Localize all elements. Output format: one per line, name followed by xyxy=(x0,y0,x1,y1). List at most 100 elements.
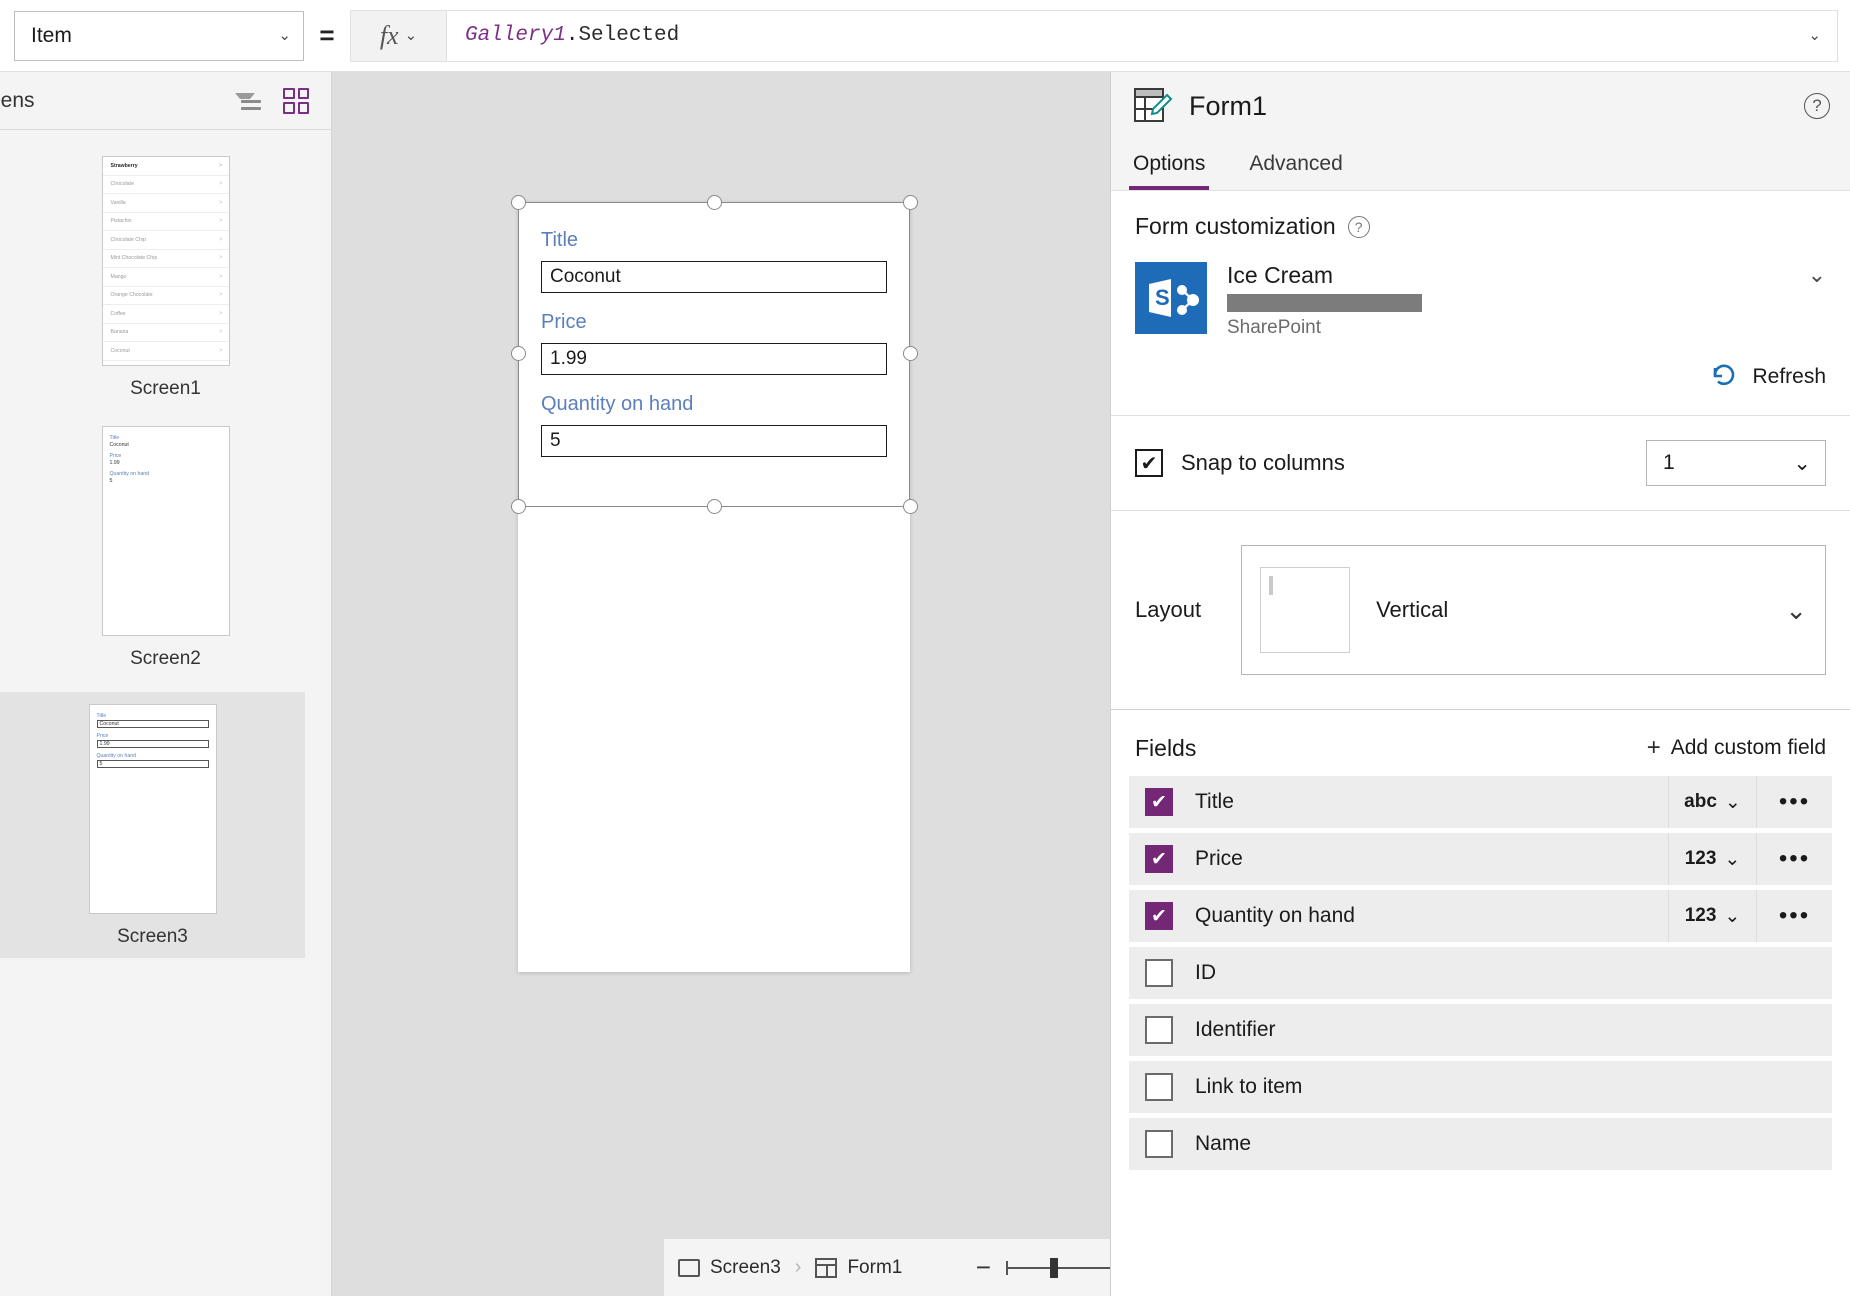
chevron-down-icon: ⌄ xyxy=(1793,451,1811,475)
field-more-button[interactable]: ••• xyxy=(1756,833,1832,885)
refresh-icon xyxy=(1710,361,1740,393)
gallery-item-label: Orange Chocolate xyxy=(110,292,153,299)
layout-select[interactable]: Vertical ⌄ xyxy=(1241,545,1826,675)
properties-pane: Form1 ? Options Advanced Form customizat… xyxy=(1110,72,1850,1296)
chevron-down-icon: ⌄ xyxy=(1724,791,1741,813)
gallery-item-label: Coconut xyxy=(110,347,130,354)
field-name: ID xyxy=(1195,961,1216,984)
data-source-row[interactable]: S Ice Cream SharePoint ⌄ xyxy=(1135,262,1826,339)
field-name: Identifier xyxy=(1195,1018,1276,1041)
formula-input[interactable]: Gallery1.Selected ⌄ xyxy=(446,9,1838,62)
mini-field-label: Quantity on hand xyxy=(96,753,137,759)
tab-advanced[interactable]: Advanced xyxy=(1227,140,1364,190)
properties-pane-title: Form1 xyxy=(1189,90,1268,121)
columns-select[interactable]: 1 ⌄ xyxy=(1646,440,1826,486)
screen-thumbnail-screen1[interactable]: Strawberry > Chocolate > Vanilla > Pistachi… xyxy=(0,156,331,400)
field-row-id[interactable]: ID xyxy=(1129,947,1832,999)
gallery-item-label: Chocolate Chip xyxy=(110,236,146,243)
resize-handle-top-center[interactable] xyxy=(707,195,722,210)
resize-handle-top-right[interactable] xyxy=(903,195,918,210)
field-more-button[interactable]: ••• xyxy=(1756,890,1832,942)
mini-field-label: Title xyxy=(109,435,120,441)
gallery-item-label: Mango xyxy=(110,273,127,280)
form-field-input-price[interactable]: 1.99 xyxy=(541,343,887,375)
mini-field-input: 5 xyxy=(96,760,209,768)
gallery-item-label: Pistachio xyxy=(110,218,132,225)
resize-handle-middle-left[interactable] xyxy=(511,346,526,361)
field-row-link-to-item[interactable]: Link to item xyxy=(1129,1061,1832,1113)
field-row-name[interactable]: Name xyxy=(1129,1118,1832,1170)
form-field-input-quantity[interactable]: 5 xyxy=(541,425,887,457)
mini-field-label: Price xyxy=(109,453,122,459)
field-checkbox[interactable] xyxy=(1145,1130,1173,1158)
grid-view-icon[interactable] xyxy=(283,87,309,114)
gallery-item: Vanilla > xyxy=(102,194,229,213)
field-type-value: 123 xyxy=(1684,848,1717,869)
field-type-select[interactable]: abc ⌄ xyxy=(1668,776,1756,828)
edit-form-icon xyxy=(1133,87,1173,125)
chevron-right-icon: > xyxy=(218,181,223,188)
gallery-item-label: Chocolate xyxy=(110,181,134,188)
zoom-out-button[interactable]: − xyxy=(972,1252,994,1283)
resize-handle-top-left[interactable] xyxy=(511,195,526,210)
canvas-area[interactable]: Title Coconut Price 1.99 Quantity on han… xyxy=(332,72,1442,1296)
help-icon[interactable]: ? xyxy=(1347,215,1370,238)
canvas-screen[interactable]: Title Coconut Price 1.99 Quantity on han… xyxy=(511,195,918,972)
field-row-quantity-on-hand[interactable]: ✔ Quantity on hand 123 ⌄ ••• xyxy=(1129,890,1832,942)
chevron-right-icon: > xyxy=(218,218,223,225)
screen1-preview: Strawberry > Chocolate > Vanilla > Pistachi… xyxy=(101,156,230,366)
tab-options[interactable]: Options xyxy=(1111,140,1227,190)
field-row-identifier[interactable]: Identifier xyxy=(1129,1004,1832,1056)
help-icon[interactable]: ? xyxy=(1804,93,1830,119)
breadcrumb-screen[interactable]: Screen3 xyxy=(678,1257,781,1279)
sharepoint-icon: S xyxy=(1135,262,1207,334)
field-checkbox[interactable]: ✔ xyxy=(1145,902,1173,930)
chevron-right-icon: > xyxy=(218,236,223,243)
resize-handle-middle-right[interactable] xyxy=(903,346,918,361)
screen-thumbnail-screen3[interactable]: Title Coconut Price 1.99 Quantity on han… xyxy=(0,692,305,958)
field-type-select[interactable]: 123 ⌄ xyxy=(1668,833,1756,885)
fx-button[interactable]: fx ⌄ xyxy=(350,9,446,62)
resize-handle-bottom-left[interactable] xyxy=(511,499,526,514)
field-checkbox[interactable]: ✔ xyxy=(1145,788,1173,816)
screen2-preview: Title Coconut Price 1.99 Quantity on han… xyxy=(101,426,230,636)
tree-view-icon[interactable] xyxy=(235,91,261,111)
form-field-input-title[interactable]: Coconut xyxy=(541,261,887,293)
screen-thumbnail-list: Strawberry > Chocolate > Vanilla > Pistachi… xyxy=(0,130,331,958)
form-field-label: Price xyxy=(541,311,587,333)
gallery-item-label: Banana xyxy=(110,329,129,336)
field-checkbox[interactable] xyxy=(1145,1016,1173,1044)
property-selector[interactable]: Item ⌄ xyxy=(14,10,304,61)
field-row-title[interactable]: ✔ Title abc ⌄ ••• xyxy=(1129,776,1832,828)
zoom-slider-thumb[interactable] xyxy=(1050,1257,1059,1278)
resize-handle-bottom-center[interactable] xyxy=(707,499,722,514)
chevron-down-icon: ⌄ xyxy=(278,27,291,44)
screens-pane: reens Strawberry > Chocolate > Vanilla > Pi… xyxy=(0,72,332,1296)
formula-object: Gallery1 xyxy=(465,24,566,47)
edit-form-control[interactable]: Title Coconut Price 1.99 Quantity on han… xyxy=(511,195,918,514)
add-custom-field-label: Add custom field xyxy=(1670,736,1826,759)
field-checkbox[interactable] xyxy=(1145,959,1173,987)
formula-expand-chevron-icon[interactable]: ⌄ xyxy=(1808,28,1821,43)
screens-pane-title: reens xyxy=(0,88,35,112)
layout-row: Layout Vertical ⌄ xyxy=(1111,511,1850,710)
refresh-button[interactable]: Refresh xyxy=(1135,361,1826,393)
fields-title: Fields xyxy=(1135,734,1197,761)
snap-to-columns-row[interactable]: ✔ Snap to columns 1 ⌄ xyxy=(1111,416,1850,511)
refresh-label: Refresh xyxy=(1752,365,1826,388)
chevron-down-icon[interactable]: ⌄ xyxy=(1808,262,1826,288)
form-customization-title: Form customization xyxy=(1135,213,1336,239)
snap-to-columns-checkbox[interactable]: ✔ xyxy=(1135,449,1163,477)
breadcrumb-control[interactable]: Form1 xyxy=(815,1257,902,1279)
field-more-button[interactable]: ••• xyxy=(1756,776,1832,828)
field-checkbox[interactable]: ✔ xyxy=(1145,845,1173,873)
field-checkbox[interactable] xyxy=(1145,1073,1173,1101)
field-type-select[interactable]: 123 ⌄ xyxy=(1668,890,1756,942)
field-row-price[interactable]: ✔ Price 123 ⌄ ••• xyxy=(1129,833,1832,885)
add-custom-field-button[interactable]: + Add custom field xyxy=(1647,734,1826,762)
layout-value: Vertical xyxy=(1376,597,1449,622)
formula-property: Selected xyxy=(578,24,680,47)
screen-thumbnail-screen2[interactable]: Title Coconut Price 1.99 Quantity on han… xyxy=(0,426,331,670)
resize-handle-bottom-right[interactable] xyxy=(903,499,918,514)
chevron-right-icon: > xyxy=(218,347,223,354)
